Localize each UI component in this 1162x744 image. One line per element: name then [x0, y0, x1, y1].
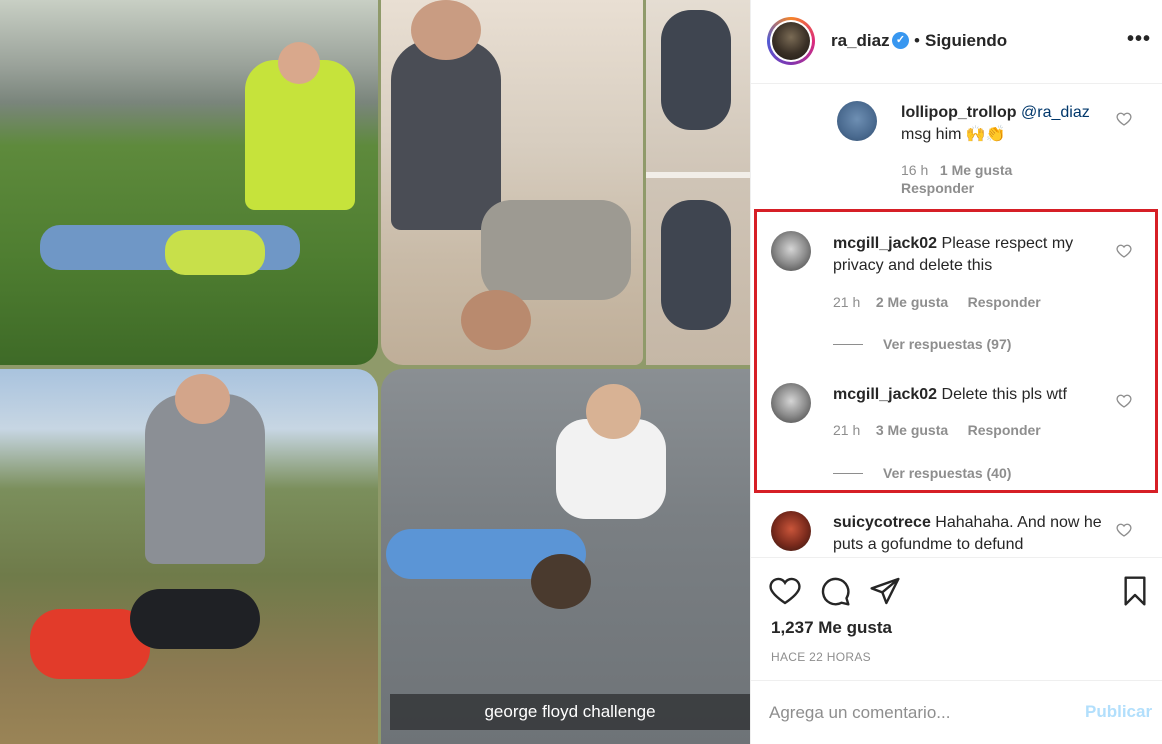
author-username[interactable]: ra_diaz	[831, 31, 890, 51]
post-header: ra_diaz ✓ • Siguiendo •••	[751, 0, 1162, 84]
post-timestamp: HACE 22 HORAS	[771, 650, 871, 664]
comment-likes[interactable]: 1 Me gusta	[940, 162, 1012, 178]
comment-text: msg him 🙌👏	[901, 126, 1006, 143]
figure-shape	[130, 589, 260, 649]
comment-meta: 16 h 1 Me gusta	[901, 162, 1012, 178]
figure-shape	[411, 0, 481, 60]
comment-username[interactable]: suicycotrece	[833, 514, 931, 531]
comment-like-icon[interactable]	[1116, 111, 1132, 127]
reply-button[interactable]: Responder	[901, 180, 974, 196]
comment-time: 16 h	[901, 162, 929, 178]
likes-count[interactable]: 1,237 Me gusta	[771, 618, 892, 638]
add-comment-bar: Publicar	[751, 680, 1162, 744]
heart-icon[interactable]	[769, 575, 801, 607]
figure-shape	[661, 200, 731, 330]
commenter-avatar[interactable]	[771, 511, 811, 551]
figure-shape	[165, 230, 265, 275]
figure-shape	[531, 554, 591, 609]
share-icon[interactable]	[869, 575, 901, 607]
following-button[interactable]: Siguiendo	[925, 31, 1007, 51]
post-image[interactable]: george floyd challenge	[0, 0, 750, 744]
verified-badge-icon: ✓	[892, 32, 909, 49]
comment-body: lollipop_trollop @ra_diaz msg him 🙌👏	[901, 102, 1106, 146]
figure-shape	[586, 384, 641, 439]
comment-like-icon[interactable]	[1116, 522, 1132, 538]
figure-shape	[175, 374, 230, 424]
photo-tile-2	[381, 0, 643, 365]
comment-mention[interactable]: @ra_diaz	[1021, 104, 1090, 121]
image-caption-overlay: george floyd challenge	[390, 694, 750, 730]
photo-tile-4	[0, 369, 378, 744]
comment-icon[interactable]	[819, 575, 851, 607]
post-panel: ra_diaz ✓ • Siguiendo ••• lollipop_troll…	[750, 0, 1162, 744]
header-separator: •	[914, 31, 920, 50]
figure-shape	[461, 290, 531, 350]
photo-tile-1	[0, 0, 378, 365]
comment-body: suicycotrece Hahahaha. And now he puts a…	[833, 512, 1108, 556]
comment-input[interactable]	[769, 701, 1069, 725]
figure-shape	[391, 40, 501, 230]
tile-divider	[646, 172, 750, 178]
publish-button[interactable]: Publicar	[1085, 702, 1152, 722]
photo-tile-5	[381, 369, 750, 744]
more-options-icon[interactable]: •••	[1127, 28, 1151, 51]
bookmark-icon[interactable]	[1119, 575, 1151, 607]
figure-shape	[481, 200, 631, 300]
comment-username[interactable]: lollipop_trollop	[901, 104, 1017, 121]
figure-shape	[278, 42, 320, 84]
commenter-avatar[interactable]	[837, 101, 877, 141]
highlight-box	[754, 209, 1158, 493]
photo-tile-3	[646, 0, 750, 365]
post-actions: 1,237 Me gusta HACE 22 HORAS	[751, 557, 1162, 677]
author-avatar[interactable]	[767, 17, 815, 65]
figure-shape	[661, 10, 731, 130]
